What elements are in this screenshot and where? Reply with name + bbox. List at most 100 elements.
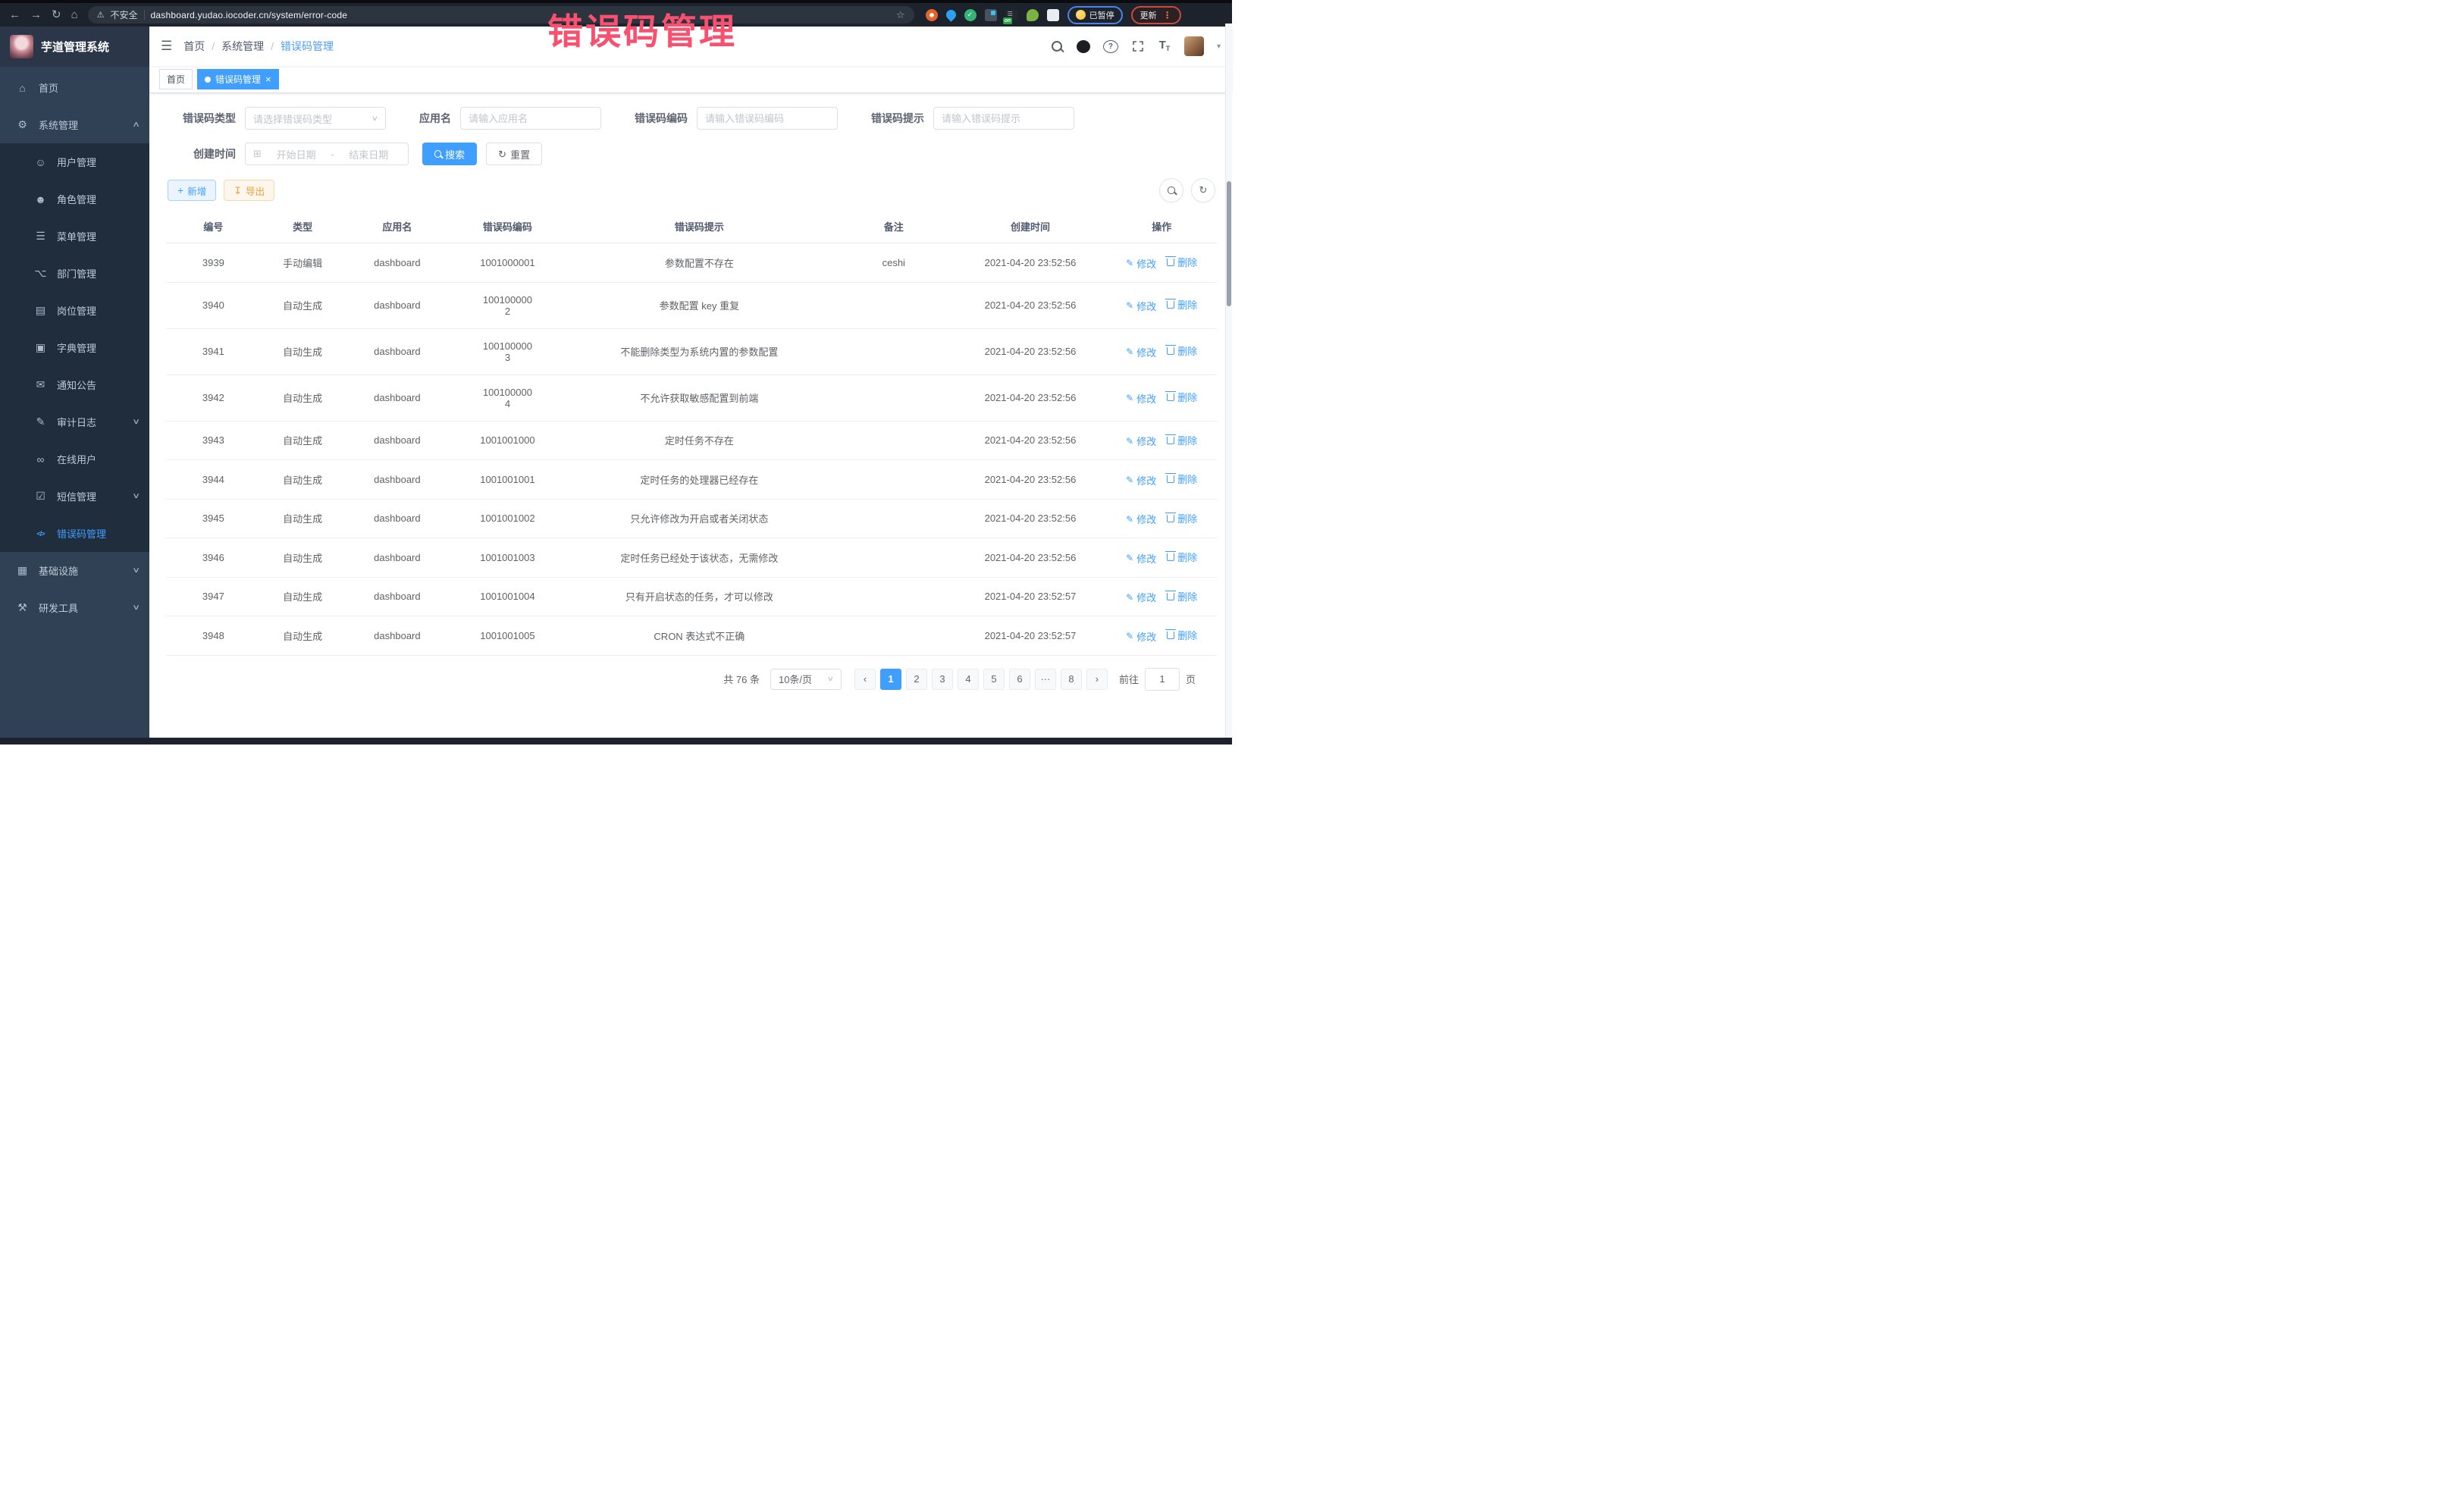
error-hint-input[interactable]	[933, 107, 1074, 130]
sidebar-item-post[interactable]: ▤岗位管理	[0, 292, 149, 329]
edit-button[interactable]: ✎修改	[1126, 299, 1156, 313]
sidebar-item-online-user[interactable]: ∞在线用户	[0, 440, 149, 478]
breadcrumb-item[interactable]: 系统管理	[221, 39, 264, 54]
table-row: 3946自动生成dashboard1001001003定时任务已经处于该状态，无…	[166, 538, 1217, 578]
profile-paused-badge[interactable]: 已暂停	[1067, 6, 1123, 24]
extension-grid-icon[interactable]	[985, 9, 997, 21]
delete-button[interactable]: 删除	[1167, 255, 1197, 269]
avatar-chevron-down-icon[interactable]: ▾	[1217, 42, 1221, 51]
search-icon[interactable]	[1050, 39, 1064, 54]
goto-page-input[interactable]	[1145, 668, 1180, 691]
back-icon[interactable]: ←	[9, 9, 20, 20]
extension-switch-icon[interactable]: on	[1005, 10, 1018, 20]
delete-button[interactable]: 删除	[1167, 343, 1197, 358]
tab-home[interactable]: 首页	[159, 69, 193, 89]
page-button-3[interactable]: 3	[932, 669, 953, 690]
extension-orange-icon[interactable]	[926, 9, 938, 21]
edit-label: 修改	[1136, 391, 1156, 406]
app-logo[interactable]: 芋道管理系统	[0, 27, 149, 67]
help-icon[interactable]	[1103, 40, 1118, 53]
sidebar-item-sms[interactable]: ☑短信管理∨	[0, 478, 149, 515]
delete-button[interactable]: 删除	[1167, 589, 1197, 603]
browser-menu-kebab-icon[interactable]: ⋮	[1163, 10, 1172, 20]
github-icon[interactable]	[1077, 40, 1090, 53]
add-button[interactable]: + 新增	[168, 180, 216, 201]
sidebar-item-system[interactable]: ⚙系统管理∧	[0, 106, 149, 143]
delete-button[interactable]: 删除	[1167, 433, 1197, 447]
search-button[interactable]: 搜索	[422, 143, 477, 165]
page-button-2[interactable]: 2	[906, 669, 927, 690]
page-button-5[interactable]: 5	[983, 669, 1005, 690]
page-button-4[interactable]: 4	[958, 669, 979, 690]
date-range-picker[interactable]: ⊞ 开始日期 - 结束日期	[245, 143, 409, 165]
page-button-6[interactable]: 6	[1009, 669, 1030, 690]
close-icon[interactable]: ×	[265, 74, 271, 84]
refresh-table-button[interactable]: ↻	[1191, 178, 1215, 202]
reset-button[interactable]: ↻ 重置	[486, 143, 542, 165]
hamburger-icon[interactable]: ☰	[161, 39, 172, 54]
edit-button[interactable]: ✎修改	[1126, 345, 1156, 359]
edit-button[interactable]: ✎修改	[1126, 391, 1156, 406]
delete-button[interactable]: 删除	[1167, 390, 1197, 404]
extensions-puzzle-icon[interactable]	[1047, 9, 1059, 21]
sidebar-item-user[interactable]: ☺用户管理	[0, 143, 149, 180]
font-size-icon[interactable]	[1158, 39, 1171, 54]
tab-error-code[interactable]: 错误码管理×	[197, 69, 279, 89]
filter-app-label: 应用名	[419, 111, 451, 126]
browser-home-icon[interactable]: ⌂	[71, 9, 78, 20]
sidebar-item-error-code[interactable]: </>错误码管理	[0, 515, 149, 552]
next-page-button[interactable]: ›	[1086, 669, 1108, 690]
browser-update-button[interactable]: 更新 ⋮	[1131, 6, 1181, 24]
bookmark-star-icon[interactable]: ☆	[896, 9, 905, 21]
sidebar-item-audit-log[interactable]: ✎审计日志∨	[0, 403, 149, 440]
error-code-input[interactable]	[697, 107, 838, 130]
extension-key-icon[interactable]	[1027, 9, 1039, 21]
delete-button[interactable]: 删除	[1167, 511, 1197, 525]
error-type-select[interactable]: 请选择错误码类型 ∨	[245, 107, 386, 130]
column-header-7: 操作	[1106, 210, 1217, 243]
fullscreen-icon[interactable]	[1131, 39, 1145, 54]
end-date-placeholder[interactable]: 结束日期	[337, 147, 400, 161]
export-button[interactable]: ↧ 导出	[224, 180, 274, 201]
page-button-8[interactable]: 8	[1061, 669, 1082, 690]
sidebar-item-notice[interactable]: ✉通知公告	[0, 366, 149, 403]
edit-button[interactable]: ✎修改	[1126, 590, 1156, 604]
url-text[interactable]: dashboard.yudao.iocoder.cn/system/error-…	[151, 10, 348, 20]
delete-button[interactable]: 删除	[1167, 297, 1197, 312]
edit-button[interactable]: ✎修改	[1126, 512, 1156, 526]
delete-button[interactable]: 删除	[1167, 550, 1197, 564]
security-label[interactable]: 不安全	[111, 8, 138, 21]
extension-pin-icon[interactable]	[944, 8, 958, 21]
breadcrumb-item[interactable]: 错误码管理	[281, 39, 334, 54]
start-date-placeholder[interactable]: 开始日期	[265, 147, 328, 161]
delete-button[interactable]: 删除	[1167, 628, 1197, 642]
reload-icon[interactable]: ↻	[52, 9, 61, 20]
prev-page-button[interactable]: ‹	[854, 669, 876, 690]
page-size-select[interactable]: 10条/页 ∨	[770, 669, 842, 690]
sidebar-item-menu[interactable]: ☰菜单管理	[0, 218, 149, 255]
edit-button[interactable]: ✎修改	[1126, 551, 1156, 566]
edit-button[interactable]: ✎修改	[1126, 256, 1156, 271]
page-scrollbar[interactable]	[1225, 24, 1232, 738]
page-button-1[interactable]: 1	[880, 669, 901, 690]
edit-button[interactable]: ✎修改	[1126, 473, 1156, 487]
plus-icon: +	[177, 185, 183, 196]
sidebar-item-infra[interactable]: ▦基础设施∨	[0, 552, 149, 589]
edit-button[interactable]: ✎修改	[1126, 629, 1156, 644]
sidebar-item-dept[interactable]: ⌥部门管理	[0, 255, 149, 292]
address-bar[interactable]: ⚠ 不安全 dashboard.yudao.iocoder.cn/system/…	[88, 6, 914, 24]
forward-icon[interactable]: →	[30, 9, 42, 20]
edit-button[interactable]: ✎修改	[1126, 434, 1156, 448]
sidebar-item-role[interactable]: ☻角色管理	[0, 180, 149, 218]
search-toggle-button[interactable]	[1159, 178, 1183, 202]
extension-vue-devtools-icon[interactable]	[964, 9, 977, 21]
page-ellipsis[interactable]: ···	[1035, 669, 1056, 690]
scrollbar-thumb[interactable]	[1227, 181, 1231, 306]
user-avatar[interactable]	[1184, 36, 1204, 56]
sidebar-item-dict[interactable]: ▣字典管理	[0, 329, 149, 366]
sidebar-item-devtools[interactable]: ⚒研发工具∨	[0, 589, 149, 626]
delete-button[interactable]: 删除	[1167, 472, 1197, 486]
breadcrumb-item[interactable]: 首页	[183, 39, 205, 54]
sidebar-item-home[interactable]: ⌂首页	[0, 69, 149, 106]
app-name-input[interactable]	[460, 107, 601, 130]
